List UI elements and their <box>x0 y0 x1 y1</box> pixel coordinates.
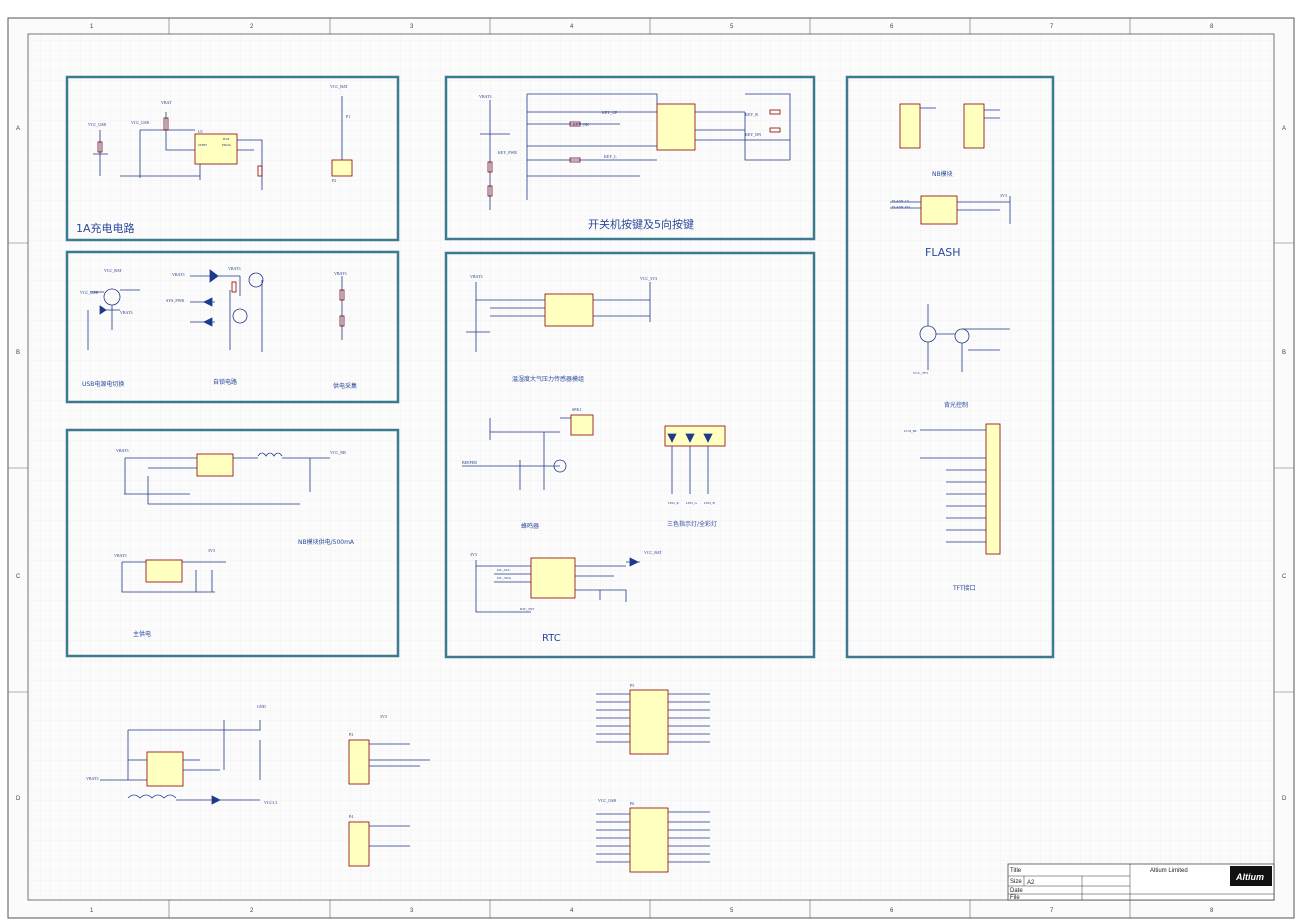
rtc-title: RTC <box>542 633 561 644</box>
svg-text:KEY_L: KEY_L <box>604 154 617 159</box>
buzzer-label: 蜂鸣器 <box>521 522 539 530</box>
svg-text:VBAT3: VBAT3 <box>470 274 482 279</box>
svg-text:KEY_R: KEY_R <box>745 112 758 117</box>
svg-text:VBAT3: VBAT3 <box>120 310 132 315</box>
svg-text:3V3: 3V3 <box>470 552 477 557</box>
svg-text:VBAT3: VBAT3 <box>334 271 346 276</box>
tft-label: TFT接口 <box>952 584 976 592</box>
row-label-left-B: B <box>16 350 20 356</box>
svg-text:BAT: BAT <box>223 137 230 141</box>
svg-text:KEY_PWR: KEY_PWR <box>498 150 517 155</box>
auto-lock-label: 自锁电路 <box>213 378 237 386</box>
schematic-sheet: 1122334455667788A AB BC CD D 1A充电电路 开关机按键及5向… <box>0 0 1300 924</box>
svg-text:VCC_USB: VCC_USB <box>88 122 106 127</box>
svg-text:I2C_SCL: I2C_SCL <box>497 568 510 572</box>
usb-switch-label: USB电源电切换 <box>82 380 124 388</box>
svg-text:LED_G: LED_G <box>686 501 698 505</box>
size-label: Size <box>1010 879 1022 885</box>
svg-text:U1: U1 <box>198 129 203 134</box>
row-label-right-A: A <box>1282 126 1286 132</box>
svg-text:VCC_USB: VCC_USB <box>598 798 616 803</box>
svg-text:KEY_UP: KEY_UP <box>602 110 618 115</box>
svg-text:PROG: PROG <box>222 143 232 147</box>
row-label-left-D: D <box>16 796 21 802</box>
svg-text:3V3: 3V3 <box>1000 193 1007 198</box>
svg-text:VBAT3: VBAT3 <box>114 553 126 558</box>
title-block: Title Size A2 Date File Altium Limited A… <box>1007 863 1275 901</box>
row-label-left-C: C <box>16 574 21 580</box>
svg-text:I2C_SDA: I2C_SDA <box>497 576 511 580</box>
backlight-label: 背光控制 <box>944 401 968 409</box>
svg-text:VBAT3: VBAT3 <box>86 776 98 781</box>
flash-title: FLASH <box>925 246 961 259</box>
svg-text:VBAT3: VBAT3 <box>228 266 240 271</box>
svg-text:VBAT3: VBAT3 <box>479 94 491 99</box>
nb-supply-label: NB模块供电/500mA <box>298 538 355 546</box>
date-label: Date <box>1010 888 1023 894</box>
svg-text:VCC3.3: VCC3.3 <box>264 800 277 805</box>
svg-text:P1: P1 <box>346 114 350 119</box>
svg-text:3V3: 3V3 <box>208 548 215 553</box>
svg-text:SDHT: SDHT <box>198 143 208 147</box>
svg-text:VBAT: VBAT <box>161 100 172 105</box>
svg-text:VBAT3: VBAT3 <box>172 272 184 277</box>
size-value: A2 <box>1027 880 1035 886</box>
svg-text:LCD_BL: LCD_BL <box>904 429 917 433</box>
keys-title: 开关机按键及5向按键 <box>588 217 694 231</box>
svg-text:P2: P2 <box>332 178 336 183</box>
svg-text:VCC_3V3: VCC_3V3 <box>640 276 657 281</box>
company-name: Altium Limited <box>1150 868 1188 874</box>
svg-text:VCC_TFT: VCC_TFT <box>913 371 929 375</box>
svg-text:P6: P6 <box>630 801 634 806</box>
nb-module-label: NB模块 <box>932 170 953 178</box>
svg-text:KEY_DN: KEY_DN <box>745 132 761 137</box>
battery-sense-label: 供电采集 <box>333 382 357 390</box>
file-label: File <box>1010 895 1020 901</box>
svg-text:VCC_BAT: VCC_BAT <box>330 84 348 89</box>
sensor-label: 温湿度大气压力传感器模组 <box>512 375 584 383</box>
svg-text:SPK1: SPK1 <box>572 407 581 412</box>
svg-text:3V3: 3V3 <box>380 714 387 719</box>
svg-text:P3: P3 <box>349 732 353 737</box>
svg-text:SYS_PWR: SYS_PWR <box>166 298 184 303</box>
rgb-led-label: 三色指示灯/全彩灯 <box>667 520 717 528</box>
svg-text:FLASH_CS: FLASH_CS <box>892 199 909 203</box>
svg-text:RTC_INT: RTC_INT <box>520 607 535 611</box>
row-label-right-B: B <box>1282 350 1286 356</box>
svg-text:P4: P4 <box>349 814 353 819</box>
svg-text:VCC_NB: VCC_NB <box>330 450 346 455</box>
row-label-right-C: C <box>1282 574 1287 580</box>
title-label: Title <box>1010 868 1022 874</box>
row-label-right-D: D <box>1282 796 1287 802</box>
charge-title: 1A充电电路 <box>76 221 135 235</box>
row-label-left-A: A <box>16 126 20 132</box>
svg-text:BEEPER: BEEPER <box>462 460 477 465</box>
svg-text:KEY_OK: KEY_OK <box>573 122 589 127</box>
svg-text:VCC_BAT: VCC_BAT <box>644 550 662 555</box>
svg-text:VCC_USB: VCC_USB <box>131 120 149 125</box>
svg-text:LED_R: LED_R <box>668 501 680 505</box>
svg-text:P5: P5 <box>630 683 634 688</box>
main-supply-label: 主供电 <box>133 630 151 638</box>
svg-text:FLASH_DO: FLASH_DO <box>892 205 910 209</box>
svg-text:LED_B: LED_B <box>704 501 716 505</box>
altium-logo: Altium <box>1235 872 1264 882</box>
svg-text:VBAT3: VBAT3 <box>116 448 128 453</box>
svg-text:GND: GND <box>257 704 266 709</box>
svg-text:VCC_USB: VCC_USB <box>80 290 98 295</box>
svg-text:VCC_BAT: VCC_BAT <box>104 268 122 273</box>
